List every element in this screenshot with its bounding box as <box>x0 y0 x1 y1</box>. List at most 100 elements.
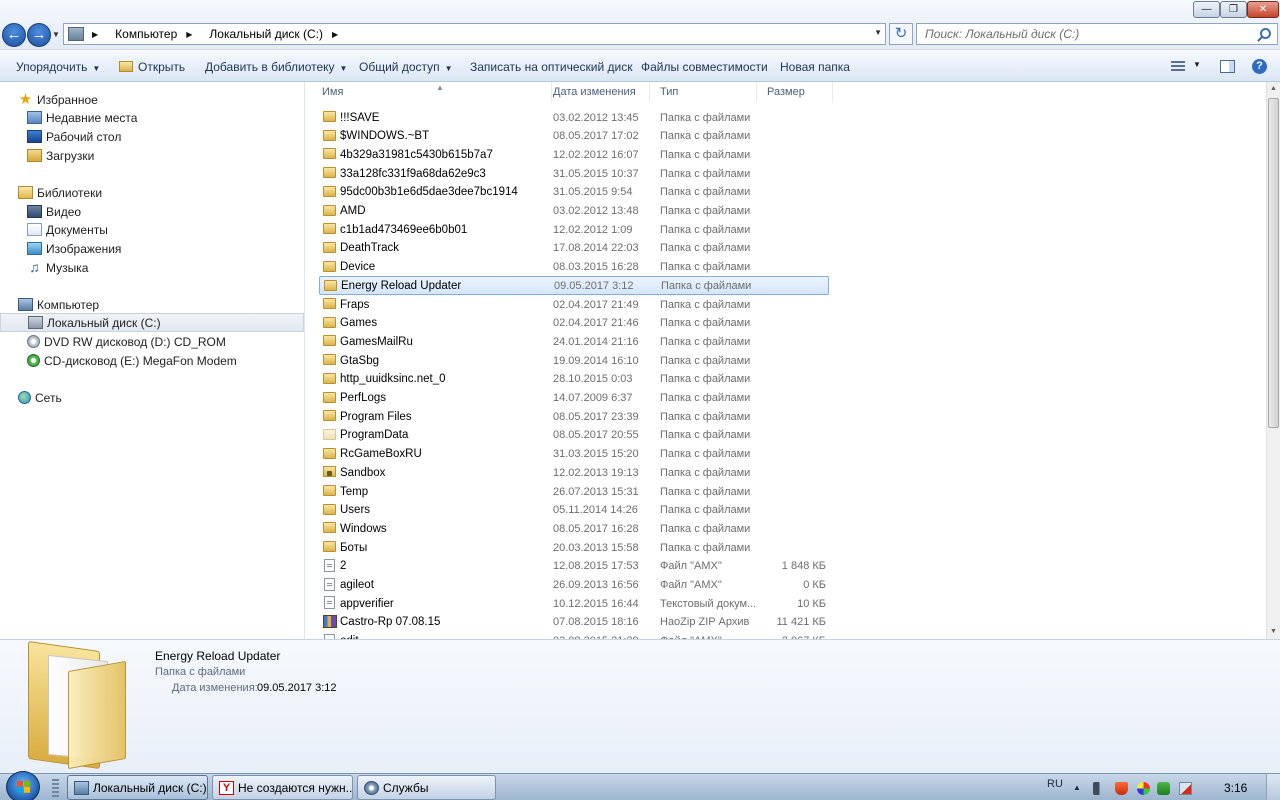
network-disconnected-icon[interactable] <box>1179 782 1192 795</box>
file-row[interactable]: AMD 03.02.2012 13:48 Папка с файлами <box>319 202 829 221</box>
file-row[interactable]: Games 02.04.2017 21:46 Папка с файлами <box>319 314 829 333</box>
file-row[interactable]: Temp 26.07.2013 15:31 Папка с файлами <box>319 482 829 501</box>
file-size: 10 КБ <box>797 597 826 610</box>
add-to-library-button[interactable]: Добавить в библиотеку ▼ <box>205 60 347 74</box>
windows-logo-icon <box>17 781 30 793</box>
recent-pages-dropdown[interactable]: ▼ <box>52 30 60 39</box>
nav-pictures[interactable]: Изображения <box>0 239 304 258</box>
view-options-icon[interactable] <box>1171 61 1185 73</box>
volume-icon[interactable] <box>1093 782 1106 795</box>
chevron-down-icon[interactable]: ▼ <box>1193 60 1201 69</box>
scroll-down-button[interactable]: ▼ <box>1267 625 1280 639</box>
compatibility-files-button[interactable]: Файлы совместимости <box>641 60 768 74</box>
file-row[interactable]: Sandbox 12.02.2013 19:13 Папка с файлами <box>319 463 829 482</box>
vertical-scrollbar[interactable]: ▲ ▼ <box>1266 82 1280 639</box>
new-folder-button[interactable]: Новая папка <box>780 60 850 74</box>
file-row[interactable]: RcGameBoxRU 31.03.2015 15:20 Папка с файла… <box>319 445 829 464</box>
file-row[interactable]: 2 12.08.2015 17:53 Файл "AMX" 1 848 КБ <box>319 557 829 576</box>
file-row[interactable]: Castro-Rp 07.08.15 07.08.2015 18:16 HaoZip… <box>319 613 829 632</box>
nav-music[interactable]: ♫ Музыка <box>0 258 304 277</box>
share-button[interactable]: Общий доступ ▼ <box>359 60 453 74</box>
file-row[interactable]: GamesMailRu 24.01.2014 21:16 Папка с файла… <box>319 332 829 351</box>
nav-downloads[interactable]: Загрузки <box>0 146 304 165</box>
chevron-right-icon[interactable]: ▶ <box>92 30 98 39</box>
file-row[interactable]: appverifier 10.12.2015 16:44 Текстовый док… <box>319 594 829 613</box>
file-row[interactable]: 95dc00b3b1e6d5dae3dee7bc1914 31.05.2015 9… <box>319 183 829 202</box>
show-desktop-button[interactable] <box>1266 774 1280 800</box>
antivirus-icon[interactable] <box>1115 782 1128 795</box>
forward-button[interactable]: → <box>27 23 51 47</box>
nav-dvd-d[interactable]: DVD RW дисковод (D:) CD_ROM <box>0 332 304 351</box>
chevron-right-icon[interactable]: ▶ <box>332 30 338 39</box>
file-row[interactable]: GtaSbg 19.09.2014 16:10 Папка с файлами <box>319 351 829 370</box>
language-indicator[interactable]: RU <box>1047 778 1063 790</box>
power-icon[interactable] <box>1157 782 1170 795</box>
file-row[interactable]: DeathTrack 17.08.2014 22:03 Папка с файлам… <box>319 239 829 258</box>
file-row[interactable]: Users 05.11.2014 14:26 Папка с файлами <box>319 501 829 520</box>
file-row[interactable]: 4b329a31981c5430b615b7a7 12.02.2012 16:07… <box>319 145 829 164</box>
close-button[interactable]: ✕ <box>1247 1 1279 18</box>
nav-documents[interactable]: Документы <box>0 220 304 239</box>
file-row[interactable]: Device 08.03.2015 16:28 Папка с файлами <box>319 258 829 277</box>
organize-button[interactable]: Упорядочить ▼ <box>16 60 100 74</box>
file-row[interactable]: !!!SAVE 03.02.2012 13:45 Папка с файлами <box>319 108 829 127</box>
nav-cd-e[interactable]: CD-дисковод (E:) MegaFon Modem <box>0 351 304 370</box>
open-button[interactable]: Открыть <box>119 60 185 74</box>
breadcrumb-local-disk[interactable]: Локальный диск (C:) <box>209 27 323 41</box>
color-app-icon[interactable] <box>1137 782 1150 795</box>
file-row[interactable]: 33a128fc331f9a68da62e9c3 31.05.2015 10:37… <box>319 164 829 183</box>
burn-button[interactable]: Записать на оптический диск <box>470 60 633 74</box>
breadcrumb-computer[interactable]: Компьютер <box>115 27 177 41</box>
file-row[interactable]: edit03.08.2015 21:29Файл "AMX"2 067 КБ <box>319 632 829 639</box>
show-hidden-icons-icon[interactable]: ▲ <box>1073 783 1086 796</box>
file-row[interactable]: Боты 20.03.2013 15:58 Папка с файлами <box>319 538 829 557</box>
task-services[interactable]: Службы <box>357 775 496 800</box>
column-header-size[interactable]: Размер <box>757 82 833 102</box>
search-icon[interactable] <box>1260 28 1271 39</box>
column-header-name[interactable]: Имя ▲ <box>312 82 552 102</box>
address-bar[interactable]: ▶ Компьютер ▶ Локальный диск (C:) ▶ ▼ <box>63 23 886 45</box>
file-name: c1b1ad473469ee6b0b01 <box>340 223 468 236</box>
file-row[interactable]: c1b1ad473469ee6b0b01 12.02.2012 1:09 Папка… <box>319 220 829 239</box>
file-row[interactable]: Windows 08.05.2017 16:28 Папка с файлами <box>319 519 829 538</box>
minimize-button[interactable]: — <box>1193 1 1220 18</box>
file-row[interactable]: ProgramData 08.05.2017 20:55 Папка с файла… <box>319 426 829 445</box>
nav-desktop[interactable]: Рабочий стол <box>0 127 304 146</box>
nav-video[interactable]: Видео <box>0 202 304 221</box>
file-row[interactable]: Energy Reload Updater 09.05.2017 3:12 Папк… <box>319 276 829 296</box>
file-name: http_uuidksinc.net_0 <box>340 373 446 386</box>
file-icon <box>324 558 335 572</box>
file-row[interactable]: Program Files 08.05.2017 23:39 Папка с фай… <box>319 407 829 426</box>
file-row[interactable]: $WINDOWS.~BT 08.05.2017 17:02 Папка с файл… <box>319 127 829 146</box>
address-history-dropdown[interactable]: ▼ <box>874 28 882 37</box>
clock[interactable]: 3:16 <box>1224 781 1247 795</box>
file-row[interactable]: Fraps 02.04.2017 21:49 Папка с файлами <box>319 295 829 314</box>
scroll-up-button[interactable]: ▲ <box>1267 82 1280 96</box>
file-row[interactable]: http_uuidksinc.net_0 28.10.2015 0:03 Папка… <box>319 370 829 389</box>
search-input[interactable] <box>917 24 1247 44</box>
maximize-button[interactable]: ❐ <box>1220 1 1247 18</box>
refresh-button[interactable]: ↻ <box>889 23 913 45</box>
file-type: Папка с файлами <box>660 242 751 255</box>
task-explorer[interactable]: Локальный диск (C:) <box>67 775 208 800</box>
chevron-right-icon[interactable]: ▶ <box>186 30 192 39</box>
column-header-type[interactable]: Тип <box>650 82 757 102</box>
help-icon[interactable]: ? <box>1252 59 1267 74</box>
back-button[interactable]: ← <box>2 23 26 47</box>
file-type: Папка с файлами <box>660 504 751 517</box>
start-button[interactable] <box>6 771 40 800</box>
nav-computer[interactable]: Компьютер <box>0 295 304 314</box>
search-box[interactable] <box>916 23 1278 45</box>
preview-pane-icon[interactable] <box>1220 60 1235 73</box>
nav-favorites[interactable]: ★ Избранное <box>0 90 304 109</box>
nav-network[interactable]: Сеть <box>0 388 304 407</box>
nav-libraries[interactable]: Библиотеки <box>0 183 304 202</box>
column-header-date[interactable]: Дата изменения <box>543 82 650 102</box>
file-row[interactable]: PerfLogs 14.07.2009 6:37 Папка с файлами <box>319 389 829 408</box>
taskbar-grip[interactable] <box>52 779 59 797</box>
nav-recent-places[interactable]: Недавние места <box>0 108 304 127</box>
scroll-thumb[interactable] <box>1268 98 1279 428</box>
task-browser[interactable]: Y Не создаются нужн... <box>212 775 353 800</box>
file-row[interactable]: agileot 26.09.2013 16:56 Файл "AMX" 0 КБ <box>319 576 829 595</box>
nav-local-disk-c[interactable]: Локальный диск (C:) <box>0 313 304 332</box>
